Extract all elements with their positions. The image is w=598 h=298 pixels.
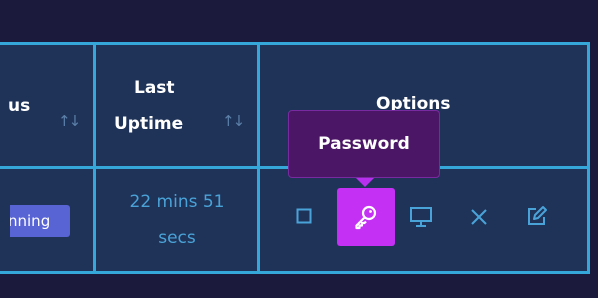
sort-icon-status[interactable]: ↑↓: [58, 112, 81, 130]
close-icon[interactable]: [466, 204, 492, 230]
page-background-bottom: [0, 274, 598, 298]
sort-icon-uptime[interactable]: ↑↓: [222, 112, 245, 130]
grid-line-right: [587, 42, 590, 274]
header-last-uptime-line2: Uptime: [114, 114, 184, 134]
page-background-top: [0, 0, 598, 42]
monitor-icon[interactable]: [406, 202, 436, 232]
uptime-line1: 22 mins 51: [129, 192, 225, 212]
stop-icon[interactable]: [292, 204, 316, 228]
edit-icon[interactable]: [524, 203, 550, 229]
password-button[interactable]: [337, 188, 395, 246]
header-last-uptime-line1: Last: [134, 78, 175, 98]
password-tooltip: Password: [288, 110, 440, 178]
status-badge: nning: [10, 205, 70, 237]
key-icon: [337, 188, 395, 246]
tooltip-caret: [356, 178, 374, 187]
uptime-line2: secs: [158, 228, 196, 248]
grid-line-top: [0, 42, 590, 45]
header-status: us: [8, 96, 31, 116]
